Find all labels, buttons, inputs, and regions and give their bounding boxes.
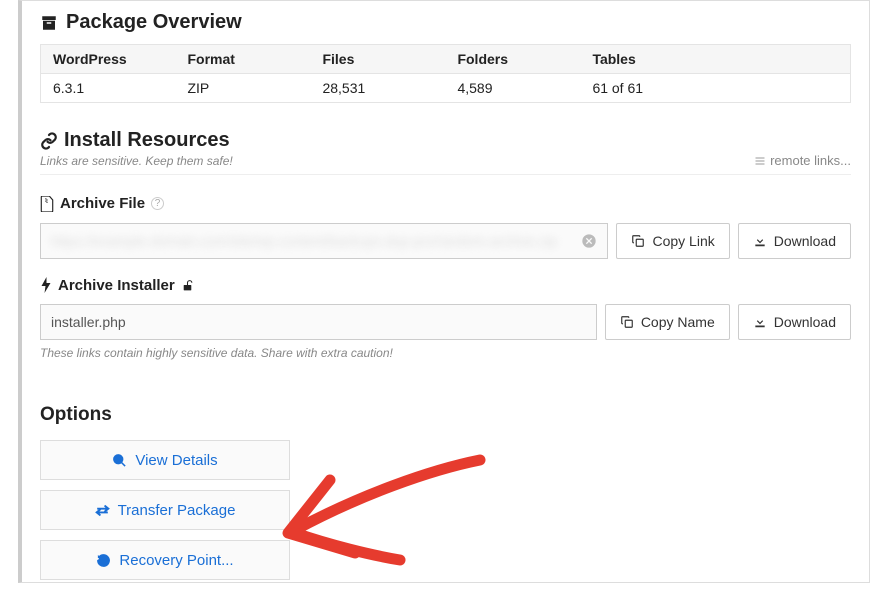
transfer-package-button[interactable]: Transfer Package [40, 490, 290, 530]
installer-name-value: installer.php [51, 314, 126, 330]
view-details-label: View Details [135, 452, 217, 469]
download-installer-button[interactable]: Download [738, 304, 851, 340]
col-files: Files [310, 45, 445, 74]
col-tables: Tables [580, 45, 715, 74]
bolt-icon [40, 277, 52, 293]
search-icon [112, 453, 127, 468]
archive-file-url-field[interactable]: https://example-domain.com/site/wp-conte… [40, 223, 608, 259]
val-folders: 4,589 [445, 74, 580, 103]
archive-installer-label: Archive Installer [58, 277, 175, 294]
val-format: ZIP [175, 74, 310, 103]
archive-box-icon [40, 14, 58, 32]
options-heading: Options [40, 404, 851, 426]
exchange-icon [95, 503, 110, 518]
view-details-button[interactable]: View Details [40, 440, 290, 480]
transfer-package-label: Transfer Package [118, 502, 236, 519]
copy-name-button[interactable]: Copy Name [605, 304, 730, 340]
recovery-point-button[interactable]: Recovery Point... [40, 540, 290, 580]
archive-file-label-row: Archive File ? [40, 195, 164, 212]
sensitive-links-note: Links are sensitive. Keep them safe! [40, 154, 233, 168]
installer-name-field[interactable]: installer.php [40, 304, 597, 340]
install-resources-title: Install Resources [64, 129, 230, 152]
download-icon [753, 315, 767, 329]
col-folders: Folders [445, 45, 580, 74]
divider [40, 174, 851, 175]
download-archive-button[interactable]: Download [738, 223, 851, 259]
link-icon [40, 132, 58, 150]
undo-icon [96, 553, 111, 568]
download-archive-label: Download [774, 233, 836, 249]
package-overview-heading: Package Overview [40, 11, 851, 34]
unlock-icon [181, 279, 194, 292]
package-overview-table: WordPress Format Files Folders Tables 6.… [40, 44, 851, 103]
val-wordpress: 6.3.1 [41, 74, 176, 103]
remote-links-toggle[interactable]: remote links... [754, 153, 851, 168]
sensitive-data-caution: These links contain highly sensitive dat… [40, 346, 851, 360]
col-wordpress: WordPress [41, 45, 176, 74]
copy-link-button[interactable]: Copy Link [616, 223, 729, 259]
copy-name-label: Copy Name [641, 314, 715, 330]
archive-file-label: Archive File [60, 195, 145, 212]
col-empty [715, 45, 850, 74]
clear-icon[interactable] [581, 233, 597, 249]
copy-icon [620, 315, 634, 329]
remote-links-label: remote links... [770, 153, 851, 168]
package-overview-title: Package Overview [66, 11, 242, 34]
archive-installer-label-row: Archive Installer [40, 277, 194, 294]
install-resources-heading: Install Resources [40, 129, 233, 152]
help-icon[interactable]: ? [151, 197, 164, 210]
copy-icon [631, 234, 645, 248]
archive-file-url-value: https://example-domain.com/site/wp-conte… [51, 233, 573, 249]
bars-icon [754, 155, 766, 167]
col-format: Format [175, 45, 310, 74]
copy-link-label: Copy Link [652, 233, 714, 249]
file-archive-icon [40, 196, 54, 212]
recovery-point-label: Recovery Point... [119, 552, 233, 569]
val-files: 28,531 [310, 74, 445, 103]
download-icon [753, 234, 767, 248]
val-tables: 61 of 61 [580, 74, 715, 103]
download-installer-label: Download [774, 314, 836, 330]
